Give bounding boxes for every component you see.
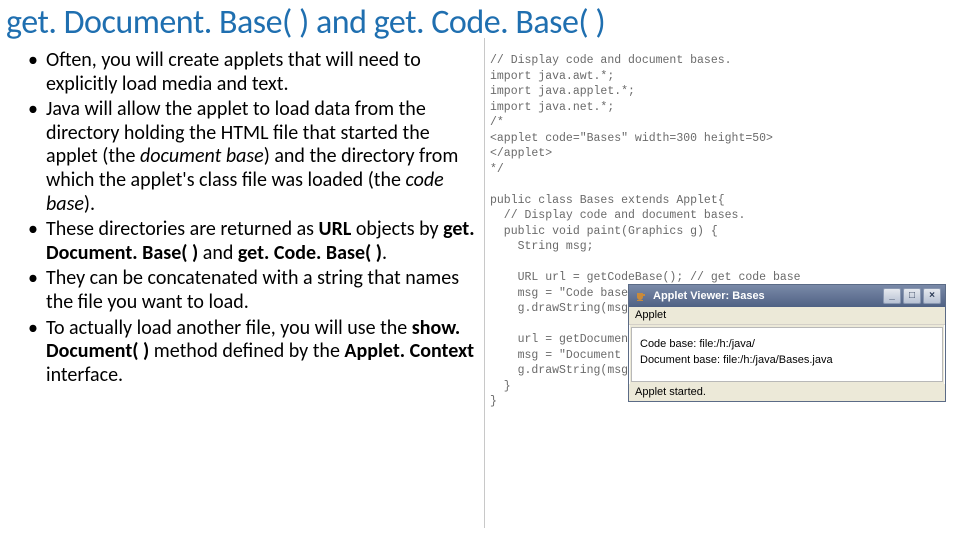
bullet-text-segment: objects by: [351, 217, 443, 241]
window-titlebar: Applet Viewer: Bases _ □ ×: [629, 285, 945, 307]
bullet-text-segment: and: [198, 241, 238, 265]
minimize-button[interactable]: _: [883, 288, 901, 304]
bullet-text-segment: They can be concatenated with a string t…: [46, 266, 459, 314]
bullet-text-segment: document base: [140, 144, 264, 168]
slide-body: Often, you will create applets that will…: [0, 49, 960, 410]
bullet-text-segment: interface.: [46, 363, 123, 387]
window-buttons: _ □ ×: [883, 288, 941, 304]
bullet-text-segment: ).: [84, 192, 95, 216]
bullet-item: These directories are returned as URL ob…: [46, 218, 476, 265]
bullet-text-segment: method defined by the: [149, 339, 344, 363]
bullet-text-segment: URL: [319, 217, 352, 241]
java-cup-icon: [635, 290, 647, 302]
window-status-bar: Applet started.: [629, 384, 945, 401]
bullet-text-segment: To actually load another file, you will …: [46, 316, 412, 340]
slide-title: get. Document. Base( ) and get. Code. Ba…: [0, 0, 960, 49]
bullet-text-segment: These directories are returned as: [46, 217, 319, 241]
bullet-text-segment: Applet. Context: [344, 339, 474, 363]
bullet-item: Java will allow the applet to load data …: [46, 98, 476, 216]
bullet-item: To actually load another file, you will …: [46, 317, 476, 388]
applet-canvas: Code base: file:/h:/java/ Document base:…: [631, 327, 943, 382]
window-menu-applet[interactable]: Applet: [629, 307, 945, 325]
canvas-line-documentbase: Document base: file:/h:/java/Bases.java: [640, 352, 934, 369]
bullet-item: They can be concatenated with a string t…: [46, 267, 476, 314]
code-column: // Display code and document bases. impo…: [482, 49, 954, 410]
bullet-text-segment: Often, you will create applets that will…: [46, 48, 421, 96]
maximize-button[interactable]: □: [903, 288, 921, 304]
bullet-item: Often, you will create applets that will…: [46, 49, 476, 96]
window-title-text: Applet Viewer: Bases: [653, 290, 877, 302]
canvas-line-codebase: Code base: file:/h:/java/: [640, 336, 934, 353]
bullet-column: Often, you will create applets that will…: [4, 49, 482, 410]
bullet-text-segment: .: [382, 241, 387, 265]
applet-viewer-window: Applet Viewer: Bases _ □ × Applet Code b…: [628, 284, 946, 402]
bullet-list: Often, you will create applets that will…: [10, 49, 476, 387]
bullet-text-segment: get. Code. Base( ): [238, 241, 382, 265]
close-button[interactable]: ×: [923, 288, 941, 304]
slide: get. Document. Base( ) and get. Code. Ba…: [0, 0, 960, 540]
